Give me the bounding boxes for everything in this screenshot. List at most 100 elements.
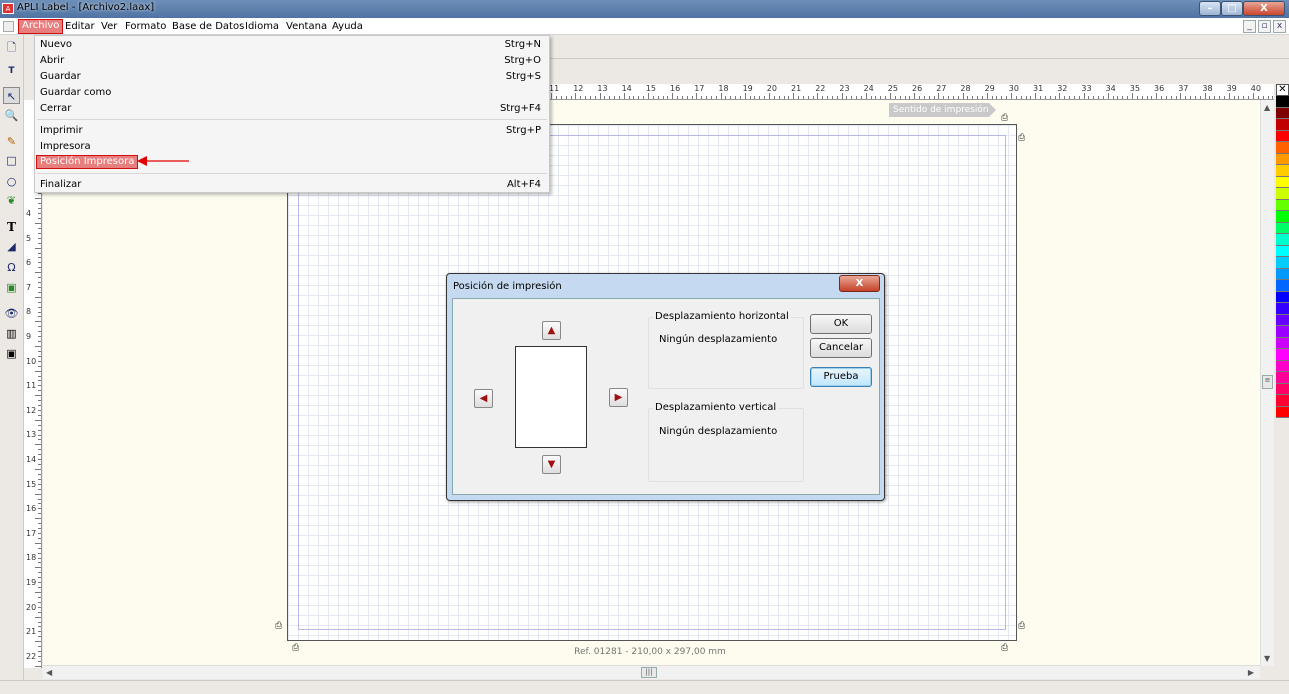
color-swatch[interactable] — [1276, 406, 1289, 418]
horizontal-offset-title: Desplazamiento horizontal — [653, 311, 791, 322]
scroll-down-icon[interactable]: ▼ — [1264, 654, 1270, 663]
move-down-button[interactable]: ▼ — [542, 455, 561, 474]
test-button[interactable]: Prueba — [810, 367, 872, 387]
color-swatch[interactable] — [1276, 303, 1289, 315]
menu-editar[interactable]: Editar — [62, 19, 98, 34]
color-swatch[interactable] — [1276, 153, 1289, 165]
color-swatch[interactable] — [1276, 360, 1289, 372]
scroll-up-icon[interactable]: ▲ — [1264, 103, 1270, 112]
vertical-scroll-thumb[interactable]: ≡ — [1262, 375, 1273, 389]
color-swatch[interactable] — [1276, 96, 1289, 108]
color-swatch[interactable] — [1276, 142, 1289, 154]
horizontal-scroll-thumb[interactable]: ||| — [641, 667, 657, 678]
mdi-restore-button[interactable]: ▫ — [1258, 20, 1271, 33]
ruler-tick — [585, 96, 587, 99]
color-swatch[interactable] — [1276, 245, 1289, 257]
close-button[interactable]: X — [1243, 1, 1285, 16]
ruler-tick — [1262, 96, 1264, 99]
pencil-icon[interactable]: ✎ — [3, 133, 20, 150]
menu-item-abrir[interactable]: Abrir Strg+O — [39, 53, 545, 68]
menu-item-impresora[interactable]: Impresora — [39, 139, 545, 154]
barcode-icon[interactable]: ▥ — [3, 325, 20, 342]
menu-item-nuevo[interactable]: Nuevo Strg+N — [39, 37, 545, 52]
minimize-button[interactable]: – — [1199, 1, 1221, 16]
ruler-tick — [1064, 96, 1066, 99]
ok-button[interactable]: OK — [810, 314, 872, 334]
ruler-tick — [580, 96, 582, 99]
scroll-right-icon[interactable]: ▶ — [1248, 668, 1254, 677]
menu-ventana[interactable]: Ventana — [283, 19, 330, 34]
rectangle-icon[interactable]: □ — [3, 152, 20, 169]
color-swatch[interactable] — [1276, 280, 1289, 292]
pointer-icon[interactable]: ↖ — [3, 87, 20, 104]
zoom-icon[interactable]: 🔍 — [3, 107, 20, 124]
menu-archivo[interactable]: Archivo — [18, 19, 64, 34]
color-swatch[interactable] — [1276, 165, 1289, 177]
text-small-icon[interactable]: T — [3, 63, 20, 80]
text-icon[interactable]: T — [3, 219, 20, 236]
vertical-scrollbar[interactable]: ▲ ≡ ▼ — [1260, 100, 1274, 666]
ruler-tick — [560, 96, 562, 99]
color-swatch[interactable] — [1276, 291, 1289, 303]
color-swatch[interactable] — [1276, 222, 1289, 234]
document-icon[interactable] — [3, 21, 14, 32]
scroll-left-icon[interactable]: ◀ — [46, 668, 52, 677]
color-swatch[interactable] — [1276, 349, 1289, 361]
menu-idioma[interactable]: Idioma — [242, 19, 282, 34]
color-swatch[interactable] — [1276, 257, 1289, 269]
ruler-tick — [667, 96, 669, 99]
new-file-icon[interactable]: 🗋 — [3, 39, 20, 56]
color-swatch[interactable] — [1276, 395, 1289, 407]
menu-ayuda[interactable]: Ayuda — [329, 19, 366, 34]
ruler-tick — [1102, 96, 1104, 99]
move-right-button[interactable]: ▶ — [609, 388, 628, 407]
field-icon[interactable]: ▣ — [3, 279, 20, 296]
menu-item-finalizar[interactable]: Finalizar Alt+F4 — [39, 177, 545, 192]
color-swatch[interactable] — [1276, 188, 1289, 200]
color-swatch[interactable] — [1276, 314, 1289, 326]
color-swatch[interactable] — [1276, 268, 1289, 280]
dialog-close-button[interactable]: X — [839, 275, 880, 292]
maximize-button[interactable]: □ — [1221, 1, 1243, 16]
ruler-tick — [38, 606, 41, 608]
menu-formato[interactable]: Formato — [122, 19, 169, 34]
ruler-tick — [38, 626, 41, 628]
menu-item-imprimir[interactable]: Imprimir Strg+P — [39, 123, 545, 138]
mdi-minimize-button[interactable]: _ — [1243, 20, 1256, 33]
color-swatch[interactable] — [1276, 234, 1289, 246]
color-swatch[interactable] — [1276, 176, 1289, 188]
menu-item-guardar-como[interactable]: Guardar como — [39, 85, 545, 100]
move-left-button[interactable]: ◀ — [474, 389, 493, 408]
color-swatch[interactable] — [1276, 199, 1289, 211]
color-swatch[interactable] — [1276, 326, 1289, 338]
color-swatch[interactable] — [1276, 107, 1289, 119]
color-swatch[interactable] — [1276, 372, 1289, 384]
image-icon[interactable]: ❦ — [3, 192, 20, 209]
symbol-icon[interactable]: Ω — [3, 259, 20, 276]
mdi-close-button[interactable]: x — [1273, 20, 1286, 33]
color-swatch[interactable] — [1276, 119, 1289, 131]
ruler-tick — [822, 96, 824, 99]
menu-item-posicion-impresora[interactable]: Posición Impresora — [36, 155, 545, 170]
ruler-number: 12 — [573, 84, 584, 93]
menu-item-cerrar[interactable]: Cerrar Strg+F4 — [39, 101, 545, 116]
color-swatch[interactable] — [1276, 130, 1289, 142]
ruler-tick — [1117, 96, 1119, 99]
menu-ver[interactable]: Ver — [98, 19, 120, 34]
ruler-tick — [35, 469, 41, 470]
color-swatch[interactable] — [1276, 383, 1289, 395]
rotated-text-icon[interactable]: ◢ — [3, 238, 20, 255]
color-swatch[interactable] — [1276, 337, 1289, 349]
color-swatch[interactable] — [1276, 211, 1289, 223]
frame-icon[interactable]: ▣ — [3, 345, 20, 362]
ellipse-icon[interactable]: ○ — [3, 173, 20, 190]
move-up-button[interactable]: ▲ — [542, 321, 561, 340]
cancel-button[interactable]: Cancelar — [810, 338, 872, 358]
horizontal-scrollbar[interactable]: ◀ ||| ▶ — [43, 665, 1260, 679]
menu-base-de-datos[interactable]: Base de Datos — [169, 19, 247, 34]
ruler-tick — [38, 660, 41, 662]
ruler-tick — [38, 237, 41, 239]
no-color-icon[interactable]: ✕ — [1276, 84, 1289, 96]
preview-icon[interactable]: 👁 — [3, 305, 20, 322]
menu-item-guardar[interactable]: Guardar Strg+S — [39, 69, 545, 84]
